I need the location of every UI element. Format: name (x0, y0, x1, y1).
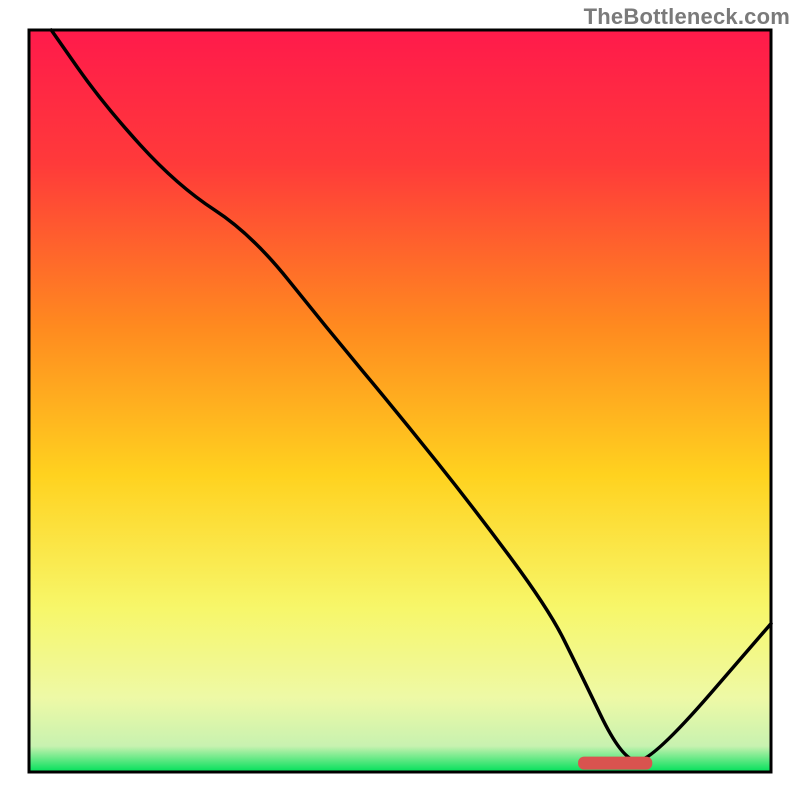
optimal-marker (578, 757, 652, 770)
chart-container: TheBottleneck.com (0, 0, 800, 800)
bottleneck-chart (0, 0, 800, 800)
gradient-background (29, 30, 771, 772)
